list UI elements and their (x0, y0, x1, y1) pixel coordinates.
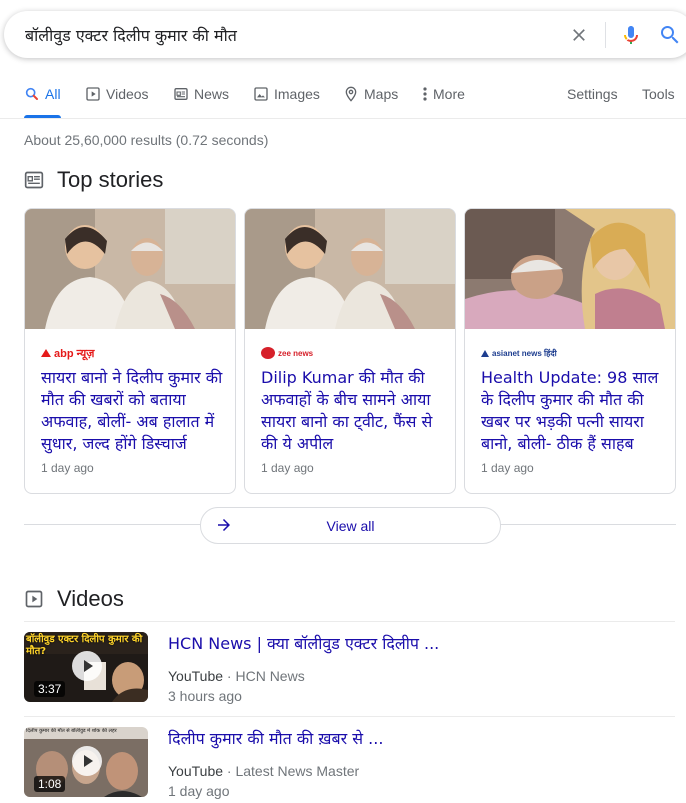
tab-more[interactable]: More (422, 86, 465, 118)
search-bar[interactable]: बॉलीवुड एक्टर दिलीप कुमार की मौत (4, 11, 686, 58)
video-time: 3 hours ago (168, 688, 242, 704)
map-pin-icon (345, 86, 357, 102)
story-source: zee news (261, 345, 313, 361)
story-time: 1 day ago (41, 461, 94, 475)
video-channel: Latest News Master (235, 763, 360, 779)
tab-tools[interactable]: Tools (642, 86, 675, 118)
meta-separator: · (223, 668, 236, 684)
story-image (25, 209, 235, 329)
search-icon (25, 87, 38, 100)
search-tabs: All Videos News Images Maps More Setting… (0, 78, 686, 118)
story-source: asianet news हिंदी (481, 345, 557, 361)
story-card[interactable]: zee news Dilip Kumar की मौत की अफवाहों क… (244, 208, 456, 494)
tab-maps-label: Maps (364, 86, 399, 102)
microphone-icon[interactable] (619, 23, 643, 47)
story-source-label: asianet news हिंदी (492, 348, 557, 358)
video-platform: YouTube (168, 763, 224, 779)
story-image (245, 209, 455, 329)
divider-line (499, 524, 676, 525)
tab-all[interactable]: All (24, 86, 61, 118)
video-channel: HCN News (235, 668, 305, 684)
story-headline[interactable]: Health Update: 98 साल के दिलीप कुमार की … (481, 367, 665, 455)
clear-icon[interactable] (569, 25, 589, 45)
news-icon (174, 88, 188, 100)
story-card[interactable]: asianet news हिंदी Health Update: 98 साल… (464, 208, 676, 494)
story-card[interactable]: abp न्यूज़ सायरा बानो ने दिलीप कुमार की … (24, 208, 236, 494)
tab-images-label: Images (274, 86, 320, 102)
tab-more-label: More (433, 86, 465, 102)
video-title[interactable]: HCN News | क्या बॉलीवुड एक्टर दिलीप ... (168, 632, 439, 654)
story-headline[interactable]: Dilip Kumar की मौत की अफवाहों के बीच साम… (261, 367, 445, 455)
video-duration: 1:08 (34, 776, 66, 792)
story-image (465, 209, 675, 329)
video-duration: 3:37 (34, 681, 66, 697)
story-time: 1 day ago (481, 461, 534, 475)
thumbnail-caption: दिलीप कुमार की मौत से बॉलीवुड में शोक की… (26, 728, 117, 734)
tab-maps[interactable]: Maps (343, 86, 398, 118)
video-thumbnail[interactable]: बॉलीवुड एक्टर दिलीप कुमार की मौत? 3:37 (24, 632, 148, 702)
search-input[interactable]: बॉलीवुड एक्टर दिलीप कुमार की मौत (25, 24, 237, 46)
search-divider (605, 22, 606, 48)
video-meta: YouTube · Latest News Master (168, 763, 359, 779)
video-icon (25, 590, 43, 608)
top-stories-heading: Top stories (24, 167, 163, 193)
video-icon (86, 87, 100, 101)
tab-images[interactable]: Images (253, 86, 320, 118)
zee-logo-icon (261, 347, 275, 359)
tab-tools-label: Tools (642, 86, 675, 102)
tab-news[interactable]: News (173, 86, 229, 118)
video-meta: YouTube · HCN News (168, 668, 305, 684)
view-all-button[interactable]: View all (200, 507, 501, 544)
asianet-logo-icon (481, 349, 489, 357)
story-source-label: abp न्यूज़ (54, 347, 95, 360)
divider-line (24, 716, 675, 717)
search-icon[interactable] (658, 23, 682, 47)
video-result[interactable]: दिलीप कुमार की मौत से बॉलीवुड में शोक की… (24, 727, 675, 799)
tab-settings-label: Settings (567, 86, 618, 102)
video-time: 1 day ago (168, 783, 230, 799)
video-thumbnail[interactable]: दिलीप कुमार की मौत से बॉलीवुड में शोक की… (24, 727, 148, 797)
story-time: 1 day ago (261, 461, 314, 475)
story-source: abp न्यूज़ (41, 345, 94, 361)
result-stats: About 25,60,000 results (0.72 seconds) (24, 132, 269, 148)
videos-title: Videos (57, 586, 124, 611)
tab-videos[interactable]: Videos (85, 86, 149, 118)
play-icon (72, 651, 102, 681)
view-all-label: View all (326, 518, 375, 534)
video-platform: YouTube (168, 668, 224, 684)
video-result[interactable]: बॉलीवुड एक्टर दिलीप कुमार की मौत? 3:37 H… (24, 632, 675, 704)
video-title[interactable]: दिलीप कुमार की मौत की ख़बर से ... (168, 727, 383, 749)
news-icon (24, 171, 44, 189)
tab-all-label: All (45, 86, 61, 102)
divider-line (24, 621, 675, 622)
videos-heading: Videos (24, 586, 124, 612)
top-stories-title: Top stories (57, 167, 164, 192)
meta-separator: · (223, 763, 236, 779)
tab-settings[interactable]: Settings (567, 86, 618, 118)
more-vert-icon (423, 87, 427, 101)
abp-logo-icon (41, 349, 51, 357)
tab-news-label: News (194, 86, 230, 102)
image-icon (254, 87, 268, 101)
tab-videos-label: Videos (106, 86, 149, 102)
story-headline[interactable]: सायरा बानो ने दिलीप कुमार की मौत की खबरो… (41, 367, 225, 455)
tabs-divider (0, 118, 686, 119)
story-source-label: zee news (278, 348, 314, 358)
play-icon (72, 746, 102, 776)
divider-line (24, 524, 200, 525)
